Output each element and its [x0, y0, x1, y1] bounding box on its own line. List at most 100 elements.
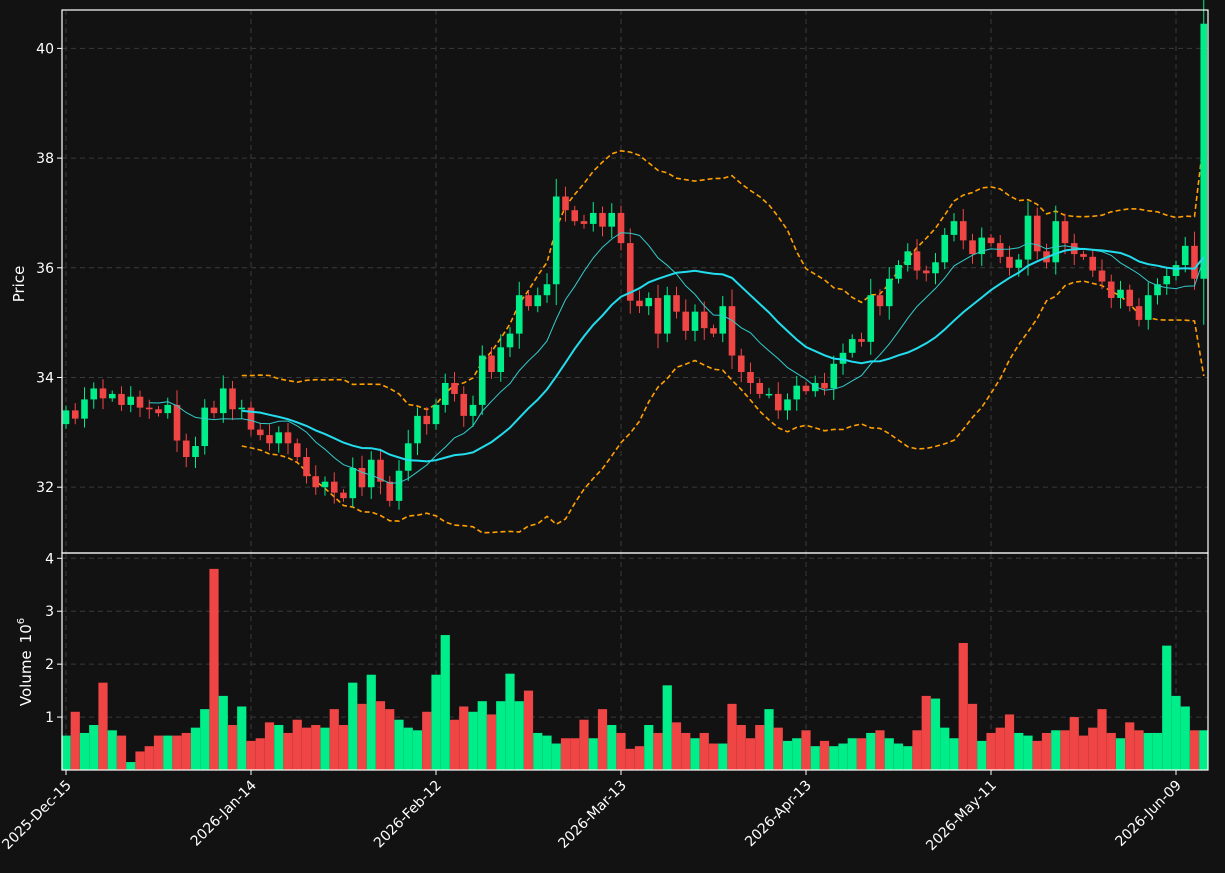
- volume-bar: [1088, 727, 1098, 770]
- candle-body: [987, 237, 995, 244]
- candle-body: [1052, 221, 1060, 263]
- candle-body: [1163, 276, 1171, 285]
- volume-bar: [699, 732, 709, 770]
- candle-body: [404, 443, 412, 471]
- volume-bar: [1060, 730, 1070, 770]
- volume-bar: [486, 714, 497, 770]
- price-panel-frame: [61, 9, 1209, 554]
- volume-bar: [496, 701, 506, 770]
- candle-body: [386, 481, 394, 501]
- candle-body: [848, 339, 856, 353]
- volume-bar: [533, 732, 543, 770]
- candle-body: [589, 212, 597, 224]
- candle-body: [636, 300, 643, 307]
- volume-bar: [477, 701, 487, 770]
- volume-bar: [579, 719, 589, 770]
- volume-bar: [764, 709, 774, 770]
- candle-body: [580, 221, 588, 224]
- candle-body: [90, 388, 98, 400]
- volume-bar: [607, 725, 617, 770]
- volume-bar: [708, 743, 719, 770]
- candle-body: [192, 446, 199, 458]
- volume-bar: [61, 735, 71, 770]
- candle-body: [922, 270, 930, 274]
- volume-bar: [1041, 732, 1052, 770]
- volume-bar: [986, 732, 996, 770]
- volume-bar: [264, 722, 275, 770]
- candle-body: [321, 481, 329, 488]
- candle-body: [423, 415, 431, 425]
- candle-body: [1089, 256, 1097, 271]
- candle-body: [1126, 289, 1134, 307]
- volume-bar: [977, 740, 987, 770]
- volume-bar: [653, 732, 663, 770]
- candle-body: [904, 251, 912, 266]
- candle-body: [756, 382, 764, 394]
- volume-bar: [782, 740, 793, 770]
- volume-bar: [736, 725, 746, 770]
- volume-bar: [375, 701, 386, 770]
- candle-body: [155, 409, 162, 414]
- volume-bar: [681, 732, 691, 770]
- candle-body: [1172, 265, 1180, 277]
- volume-bar: [403, 727, 413, 770]
- price-gridlines: [62, 10, 1208, 553]
- volume-bar: [1032, 740, 1042, 770]
- volume-bar: [847, 738, 857, 770]
- candle-body: [821, 382, 828, 389]
- candle-body: [1135, 306, 1143, 320]
- volume-bar: [505, 673, 515, 770]
- volume-bar: [311, 725, 321, 770]
- volume-bar: [1199, 730, 1209, 770]
- candle-body: [515, 295, 523, 334]
- price-ytick-label: 34: [36, 370, 54, 386]
- candle-body: [238, 407, 246, 410]
- volume-bar: [570, 738, 580, 770]
- candle-body: [728, 306, 736, 356]
- candle-body: [81, 399, 88, 419]
- candle-body: [275, 432, 283, 444]
- volume-ytick-label: 1: [45, 710, 54, 726]
- volume-bar: [301, 727, 312, 770]
- y-tick-labels: 32343638401234: [36, 41, 62, 726]
- volume-bar: [718, 743, 728, 770]
- volume-bar: [903, 746, 913, 770]
- volume-bar: [79, 732, 90, 770]
- volume-bar: [1125, 722, 1135, 770]
- volume-bar: [967, 703, 978, 770]
- volume-bar: [218, 695, 228, 770]
- volume-bar: [893, 743, 904, 770]
- candle-body: [1098, 270, 1106, 282]
- volume-bar: [449, 719, 460, 770]
- volume-bar: [357, 703, 367, 770]
- volume-axis-base: 10: [17, 624, 35, 643]
- volume-bar: [274, 725, 284, 770]
- volume-bar: [338, 725, 349, 770]
- candle-body: [414, 415, 421, 444]
- volume-bar: [542, 735, 552, 770]
- candle-body: [284, 432, 292, 444]
- volume-bar: [1152, 732, 1163, 770]
- candle-body: [737, 355, 745, 372]
- candle-body: [895, 265, 902, 279]
- candle-body: [562, 196, 569, 211]
- volume-bar: [940, 727, 950, 770]
- candle-body: [996, 243, 1004, 257]
- candle-body: [173, 404, 181, 441]
- volume-bar: [172, 735, 182, 770]
- volume-bar: [912, 730, 922, 770]
- candle-body: [682, 311, 690, 331]
- candle-body: [1061, 221, 1069, 244]
- volume-bar: [551, 743, 561, 770]
- volume-bar: [200, 709, 210, 770]
- x-tick-label: 2026-Mar-13: [556, 778, 630, 852]
- x-tick-label: 2025-Dec-15: [0, 778, 75, 853]
- volume-bar: [329, 709, 339, 770]
- volume-bar: [690, 738, 700, 770]
- volume-bar: [283, 732, 293, 770]
- volume-bar: [523, 690, 534, 770]
- volume-bar: [875, 730, 885, 770]
- volume-bar: [144, 746, 154, 770]
- candle-body: [867, 295, 875, 342]
- volume-bar: [1143, 732, 1153, 770]
